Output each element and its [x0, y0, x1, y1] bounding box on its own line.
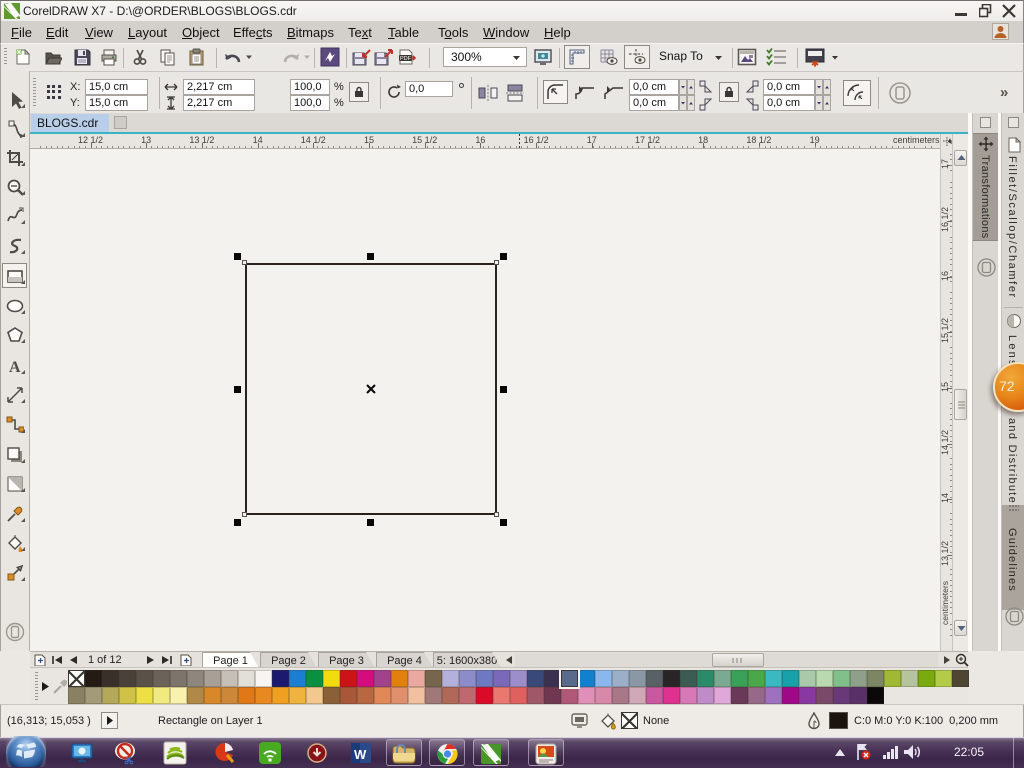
svg-text:A: A [9, 359, 21, 375]
svg-text:W: W [354, 747, 367, 762]
svg-text:PDF: PDF [400, 56, 412, 62]
